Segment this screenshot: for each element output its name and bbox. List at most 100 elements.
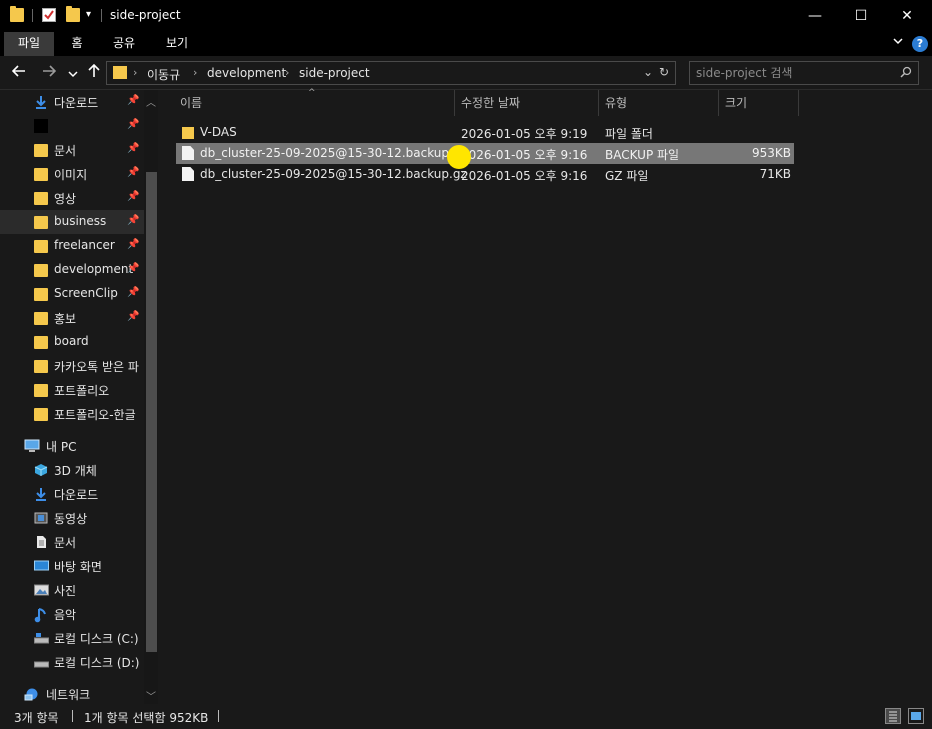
divider (101, 9, 102, 22)
back-button[interactable] (11, 64, 26, 81)
forward-button[interactable] (42, 64, 57, 81)
sort-ascending-icon: ^ (308, 88, 316, 98)
close-button[interactable]: ✕ (884, 0, 930, 32)
customize-toolbar-icon[interactable]: ▾ (86, 9, 91, 20)
computer-icon (24, 439, 40, 453)
column-divider[interactable] (454, 90, 455, 116)
folder-icon (34, 264, 48, 277)
address-box[interactable]: › 이동규 › development › side-project ⌄ ↻ (106, 61, 676, 85)
nav-item-pc-videos[interactable]: 동영상 (0, 506, 144, 530)
nav-item-pc-downloads[interactable]: 다운로드 (0, 482, 144, 506)
address-dropdown-icon[interactable]: ⌄ (643, 65, 653, 79)
nav-item-development[interactable]: development 📌 (0, 258, 144, 282)
file-type: 파일 폴더 (605, 127, 653, 141)
folder-icon (10, 6, 24, 22)
properties-icon[interactable] (42, 8, 56, 22)
folder-icon (34, 288, 48, 301)
picture-icon (34, 583, 49, 597)
nav-item-documents[interactable]: 문서 📌 (0, 138, 144, 162)
details-view-button[interactable] (885, 708, 901, 724)
nav-item-label: 포트폴리오-한글 (54, 408, 136, 422)
scroll-up-icon[interactable]: ︿ (146, 94, 156, 109)
black-square-icon (34, 119, 48, 133)
help-icon[interactable]: ? (912, 36, 928, 52)
table-row[interactable]: db_cluster-25-09-2025@15-30-12.backup 20… (176, 143, 794, 164)
recent-locations-icon[interactable] (68, 66, 78, 82)
desktop-icon (34, 559, 49, 573)
column-header-name[interactable]: 이름 (180, 90, 202, 116)
column-divider[interactable] (798, 90, 799, 116)
nav-item-network[interactable]: 네트워크 (0, 682, 144, 706)
tab-home[interactable]: 홈 (60, 32, 94, 56)
nav-item-freelancer[interactable]: freelancer 📌 (0, 234, 144, 258)
minimize-button[interactable]: — (792, 0, 838, 32)
column-divider[interactable] (718, 90, 719, 116)
nav-item-downloads[interactable]: 다운로드 📌 (0, 90, 144, 114)
column-divider[interactable] (598, 90, 599, 116)
search-input[interactable] (696, 65, 886, 81)
nav-scrollbar[interactable]: ︿ ﹀ (144, 90, 158, 704)
nav-item-label: 로컬 디스크 (C:) (54, 632, 139, 646)
file-icon (182, 167, 194, 181)
document-icon (34, 535, 48, 549)
chevron-right-icon[interactable]: › (193, 66, 197, 79)
folder-icon (34, 384, 48, 397)
nav-item-3d-objects[interactable]: 3D 개체 (0, 458, 144, 482)
breadcrumb-item[interactable]: development (207, 66, 286, 80)
nav-item-videos[interactable]: 영상 📌 (0, 186, 144, 210)
file-name: db_cluster-25-09-2025@15-30-12.backup.gz (200, 167, 467, 181)
download-icon (34, 95, 48, 109)
breadcrumb-item[interactable]: side-project (299, 66, 370, 80)
nav-item-unnamed[interactable]: 📌 (0, 114, 144, 138)
table-row[interactable]: V-DAS 2026-01-05 오후 9:19 파일 폴더 (176, 122, 794, 143)
tab-view[interactable]: 보기 (156, 32, 198, 56)
chevron-right-icon[interactable]: › (133, 66, 137, 79)
file-name: V-DAS (200, 125, 237, 139)
nav-item-drive-d[interactable]: 로컬 디스크 (D:) (0, 650, 144, 674)
nav-item-business[interactable]: business 📌 (0, 210, 144, 234)
refresh-icon[interactable]: ↻ (659, 65, 669, 79)
folder-icon (34, 144, 48, 157)
nav-item-portfolio[interactable]: 포트폴리오 (0, 378, 144, 402)
nav-item-board[interactable]: board (0, 330, 144, 354)
nav-item-images[interactable]: 이미지 📌 (0, 162, 144, 186)
scroll-down-icon[interactable]: ﹀ (146, 688, 156, 703)
file-list: 이름 ^ 수정한 날짜 유형 크기 V-DAS 2026-01-05 오후 9:… (160, 88, 932, 704)
folder-icon (182, 127, 194, 139)
maximize-button[interactable]: ☐ (838, 0, 884, 32)
nav-item-desktop[interactable]: 바탕 화면 (0, 554, 144, 578)
pin-icon: 📌 (127, 287, 140, 298)
folder-icon (34, 240, 48, 253)
tab-share[interactable]: 공유 (104, 32, 144, 56)
nav-item-promotion[interactable]: 홍보 📌 (0, 306, 144, 330)
nav-item-label: 사진 (54, 584, 77, 598)
nav-item-portfolio-hangul[interactable]: 포트폴리오-한글 (0, 402, 144, 426)
file-modified: 2026-01-05 오후 9:16 (461, 148, 588, 162)
column-header-type[interactable]: 유형 (605, 90, 627, 116)
table-row[interactable]: db_cluster-25-09-2025@15-30-12.backup.gz… (176, 164, 794, 185)
file-type: BACKUP 파일 (605, 148, 680, 162)
new-folder-icon[interactable] (66, 6, 80, 22)
pin-icon: 📌 (127, 191, 140, 202)
up-button[interactable] (87, 63, 101, 81)
nav-item-drive-c[interactable]: 로컬 디스크 (C:) (0, 626, 144, 650)
nav-item-music[interactable]: 음악 (0, 602, 144, 626)
breadcrumb-item[interactable]: 이동규 (147, 66, 180, 83)
search-box[interactable] (689, 61, 919, 85)
scrollbar-thumb[interactable] (146, 172, 157, 652)
nav-item-screenclip[interactable]: ScreenClip 📌 (0, 282, 144, 306)
column-header-modified[interactable]: 수정한 날짜 (461, 90, 520, 116)
chevron-right-icon[interactable]: › (285, 66, 289, 79)
nav-item-label: 음악 (54, 608, 77, 622)
nav-item-pictures[interactable]: 사진 (0, 578, 144, 602)
nav-item-pc-documents[interactable]: 문서 (0, 530, 144, 554)
column-header-size[interactable]: 크기 (725, 90, 747, 116)
large-icons-view-button[interactable] (908, 708, 924, 724)
tab-file[interactable]: 파일 (4, 32, 54, 56)
search-icon[interactable] (900, 66, 912, 78)
drive-c-icon (34, 631, 49, 645)
nav-item-this-pc[interactable]: 내 PC (0, 434, 144, 458)
pin-icon: 📌 (127, 95, 140, 106)
nav-item-kakaotalk[interactable]: 카카오톡 받은 파 (0, 354, 144, 378)
expand-ribbon-icon[interactable] (892, 35, 904, 50)
